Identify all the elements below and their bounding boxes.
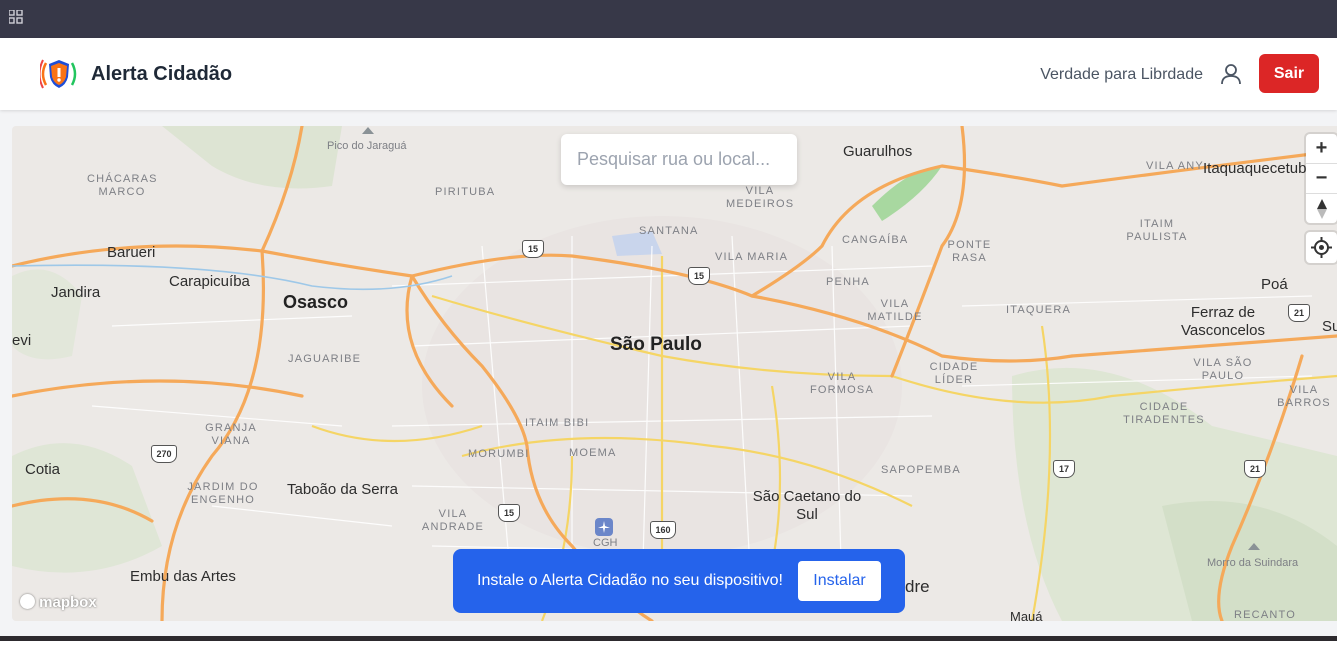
search-input[interactable] (561, 134, 797, 185)
map-label-cotia: Cotia (25, 461, 61, 478)
map-view[interactable]: São Paulo Osasco Guarulhos Barueri Carap… (12, 126, 1337, 621)
road-shield: 160 (650, 521, 676, 539)
geolocate-button[interactable] (1306, 232, 1337, 263)
peak-icon (1248, 543, 1260, 550)
map-label-barueri: Barueri (107, 244, 156, 261)
shield-alert-logo-icon (40, 59, 77, 89)
road-shield: 15 (522, 240, 544, 258)
map-label-taboao-da-serra: Taboão da Serra (287, 481, 398, 498)
road-shield: 17 (1053, 460, 1075, 478)
peak-icon (362, 127, 374, 134)
map-label-cangaiba: CANGAÍBA (842, 234, 909, 246)
crosshair-icon (1311, 237, 1332, 258)
road-shield: 270 (151, 445, 177, 463)
mapbox-logo[interactable]: mapbox (20, 594, 97, 611)
road-shield: 15 (688, 267, 710, 285)
map-label-itaim-bibi: ITAIM BIBI (525, 417, 590, 429)
map-label-embu-das-artes: Embu das Artes (130, 568, 236, 585)
map-label-vila-sao-paulo: VILA SÃO PAULO (1193, 357, 1253, 382)
map-label-edge-east: Su (1322, 318, 1337, 335)
map-label-vila-any: VILA ANY (1146, 160, 1204, 172)
map-label-recanto: RECANTO (1234, 609, 1296, 621)
map-label-cidade-lider: CIDADE LÍDER (929, 361, 979, 386)
map-label-ferraz: Ferraz de Vasconcelos (1181, 304, 1265, 339)
map-label-poa: Poá (1261, 276, 1288, 293)
road-shield: 21 (1288, 304, 1310, 322)
map-label-sapopemba: SAPOPEMBA (881, 464, 961, 476)
logout-button[interactable]: Sair (1259, 54, 1319, 93)
compass-button[interactable] (1306, 194, 1337, 223)
map-label-vila-matilde: VILA MATILDE (867, 298, 923, 323)
compass-icon (1316, 198, 1327, 219)
mapbox-wordmark: mapbox (39, 594, 97, 611)
road-shield: 15 (498, 504, 520, 522)
map-label-chacaras-marco: CHÁCARAS MARCO (87, 173, 158, 198)
map-label-granja-viana: GRANJA VIANA (205, 422, 257, 447)
install-banner-text: Instale o Alerta Cidadão no seu disposit… (477, 572, 783, 589)
map-label-edge-west: evi (12, 332, 32, 349)
map-label-morro-suindara: Morro da Suindara (1207, 557, 1299, 569)
map-label-jardim-do-engenho: JARDIM DO ENGENHO (187, 481, 259, 506)
airport-icon (595, 518, 613, 536)
map-label-maua: Mauá (1010, 609, 1043, 621)
map-label-sao-paulo: São Paulo (610, 334, 702, 355)
map-label-vila-andrade: VILA ANDRADE (421, 508, 485, 533)
taskbar-edge (0, 636, 1337, 641)
install-button[interactable]: Instalar (798, 561, 881, 601)
map-label-ponte-rasa: PONTE RASA (947, 239, 992, 264)
user-icon[interactable] (1220, 63, 1242, 85)
map-label-jaguaribe: JAGUARIBE (288, 353, 362, 365)
browser-top-bar (0, 0, 1337, 38)
map-label-itaim-paulista: ITAIM PAULISTA (1126, 218, 1188, 243)
map-label-pico-jaragua: Pico do Jaraguá (327, 140, 407, 152)
zoom-in-button[interactable]: + (1306, 134, 1337, 164)
map-label-pirituba: PIRITUBA (435, 186, 496, 198)
map-zoom-controls: + − (1306, 134, 1337, 223)
map-label-penha: PENHA (826, 276, 870, 288)
map-label-itaquaquecetuba: Itaquaquecetub (1203, 160, 1307, 177)
map-label-vila-medeiros: VILA MEDEIROS (726, 185, 795, 210)
install-banner: Instale o Alerta Cidadão no seu disposit… (453, 549, 905, 613)
map-label-vila-formosa: VILA FORMOSA (809, 371, 874, 396)
user-name: Verdade para Librdade (1040, 66, 1203, 83)
mapbox-mark-icon (20, 594, 35, 609)
road-shield: 21 (1244, 460, 1266, 478)
map-label-sao-caetano: São Caetano do Sul (752, 488, 862, 523)
map-label-osasco: Osasco (283, 292, 349, 312)
map-canvas (12, 126, 1337, 621)
map-label-morumbi: MORUMBI (468, 448, 530, 460)
map-label-moema: MOEMA (569, 447, 617, 459)
map-label-carapicuiba: Carapicuíba (169, 273, 250, 290)
zoom-out-button[interactable]: − (1306, 164, 1337, 194)
app-title: Alerta Cidadão (91, 63, 233, 85)
map-label-vila-maria: VILA MARIA (715, 251, 789, 263)
apps-grid-icon[interactable] (9, 10, 23, 24)
map-label-santana: SANTANA (639, 225, 699, 237)
map-label-guarulhos: Guarulhos (843, 143, 913, 160)
app-header: Alerta Cidadão Verdade para Librdade Sai… (0, 38, 1337, 110)
map-label-vila-barros: VILA BARROS (1277, 384, 1331, 409)
map-label-edge-south: dre (905, 577, 930, 596)
map-label-itaquera: ITAQUERA (1006, 304, 1072, 316)
map-label-cidade-tiradentes: CIDADE TIRADENTES (1123, 401, 1205, 426)
map-label-jandira: Jandira (51, 284, 101, 301)
